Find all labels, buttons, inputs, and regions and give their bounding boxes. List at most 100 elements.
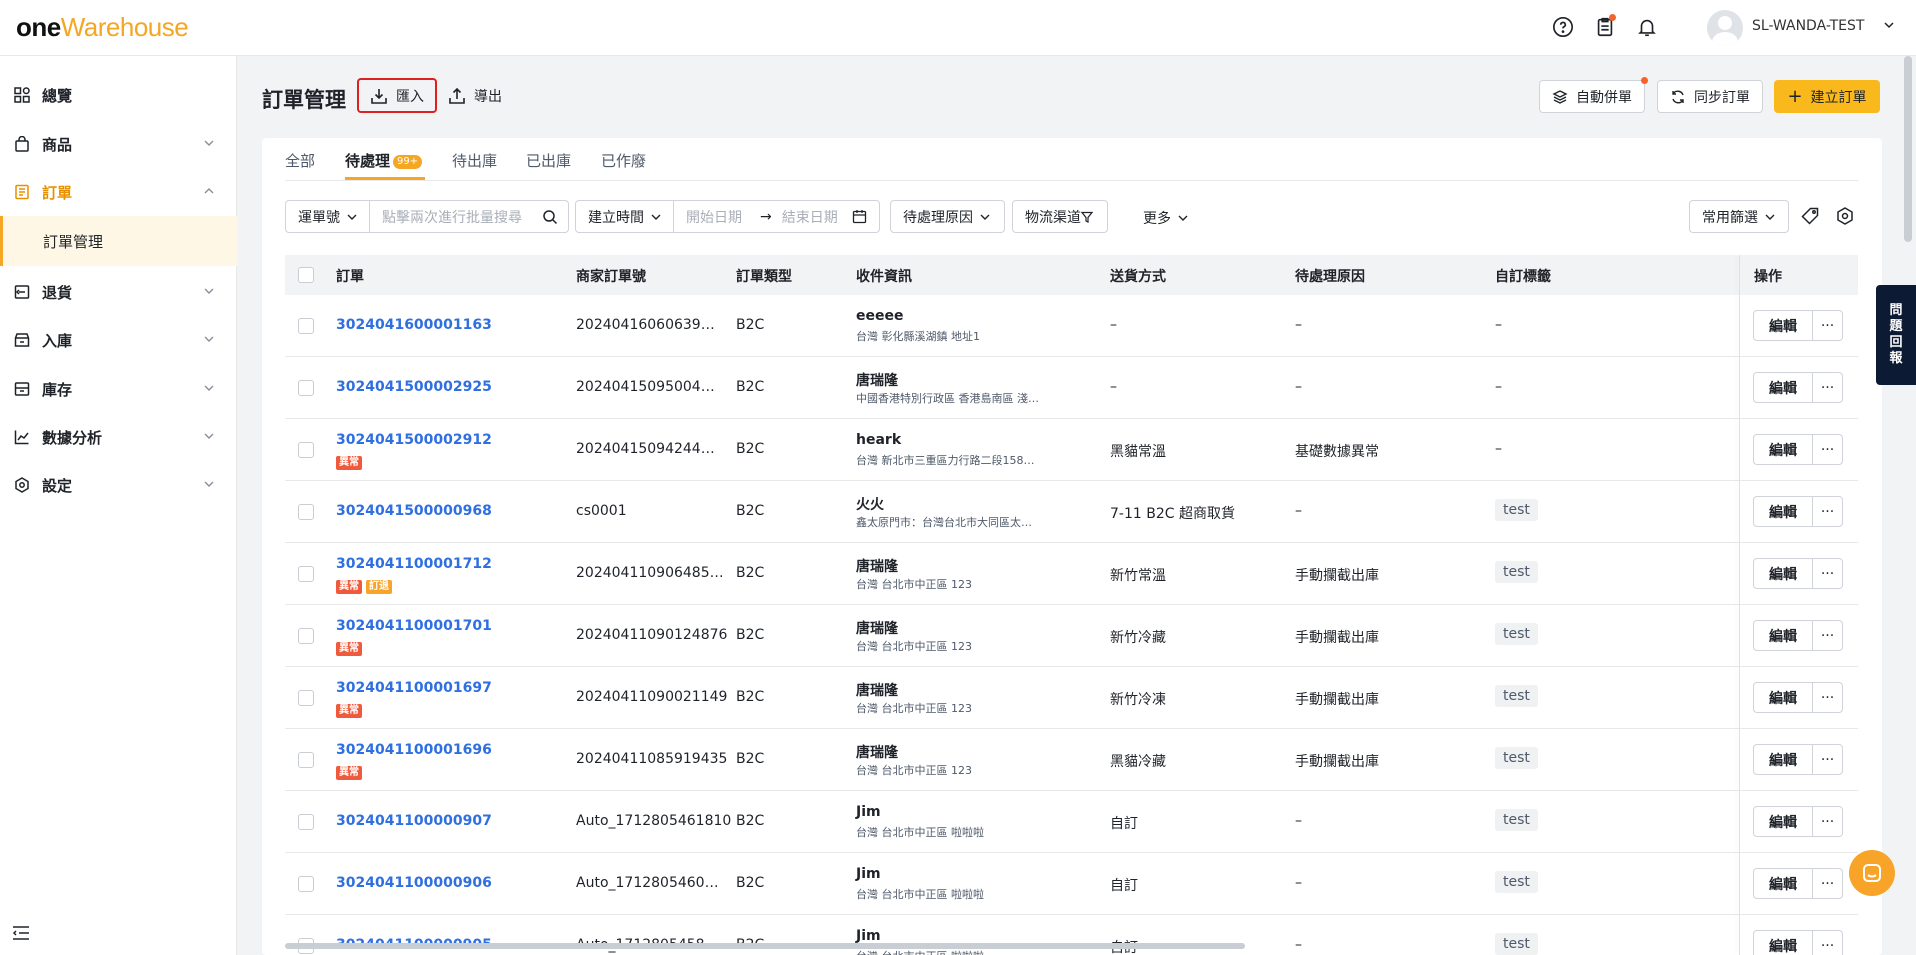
edit-button[interactable]: 編輯: [1753, 930, 1813, 955]
tab-all[interactable]: 全部: [285, 150, 315, 171]
edit-button[interactable]: 編輯: [1753, 496, 1813, 527]
logo[interactable]: oneWarehouse: [16, 12, 189, 43]
sidebar-item-inventory[interactable]: 庫存: [0, 365, 237, 413]
edit-button[interactable]: 編輯: [1753, 620, 1813, 651]
feedback-tab[interactable]: 問 題 回 報: [1876, 285, 1916, 385]
sidebar-item-returns[interactable]: 退貨: [0, 268, 237, 316]
import-button[interactable]: 匯入: [357, 78, 437, 113]
bell-icon[interactable]: [1634, 14, 1660, 40]
more-actions-button[interactable]: ···: [1812, 434, 1843, 465]
common-filter-select[interactable]: 常用篩選: [1689, 200, 1789, 233]
sidebar-subitem-order-management[interactable]: 訂單管理: [0, 216, 237, 266]
auto-merge-button[interactable]: 自動併單: [1539, 77, 1648, 113]
order-number-link[interactable]: 3024041100000906: [336, 875, 492, 891]
username[interactable]: SL-WANDA-TEST: [1752, 18, 1864, 34]
pending-reason: –: [1295, 937, 1302, 953]
sidebar-item-settings[interactable]: 設定: [0, 461, 237, 509]
pending-reason-select[interactable]: 待處理原因: [890, 200, 1005, 233]
settings-icon[interactable]: [1836, 207, 1854, 225]
chat-button[interactable]: [1849, 850, 1895, 896]
column-header-pending-reason[interactable]: 待處理原因: [1295, 266, 1365, 286]
row-checkbox[interactable]: [298, 690, 314, 706]
help-icon[interactable]: [1550, 14, 1576, 40]
search-icon[interactable]: [542, 209, 558, 225]
order-number-link[interactable]: 3024041500002925: [336, 379, 492, 395]
horizontal-scrollbar[interactable]: [285, 943, 1245, 949]
sidebar-item-inbound[interactable]: 入庫: [0, 316, 237, 364]
order-number-link[interactable]: 3024041600001163: [336, 317, 492, 333]
sidebar-item-overview[interactable]: 總覽: [0, 71, 237, 119]
order-number-link[interactable]: 3024041500002912: [336, 432, 492, 448]
delivery-method: 新竹常溫: [1110, 568, 1166, 584]
tab-awaiting-shipment[interactable]: 待出庫: [452, 150, 497, 171]
order-no-select[interactable]: 運單號: [286, 201, 370, 232]
column-header-merchant-order-no[interactable]: 商家訂單號: [576, 266, 646, 286]
order-number-link[interactable]: 3024041100001697: [336, 680, 492, 696]
column-header-order[interactable]: 訂單: [336, 266, 364, 286]
chevron-down-icon[interactable]: [1882, 18, 1896, 36]
tab-shipped[interactable]: 已出庫: [526, 150, 571, 171]
avatar[interactable]: [1707, 10, 1743, 46]
row-checkbox[interactable]: [298, 876, 314, 892]
time-type-select[interactable]: 建立時間: [576, 201, 674, 232]
more-actions-button[interactable]: ···: [1812, 310, 1843, 341]
start-date-input[interactable]: 開始日期: [686, 207, 742, 227]
more-actions-button[interactable]: ···: [1812, 806, 1843, 837]
edit-button[interactable]: 編輯: [1753, 372, 1813, 403]
clipboard-icon[interactable]: [1592, 14, 1618, 40]
sync-orders-button[interactable]: 同步訂單: [1657, 80, 1763, 113]
column-header-delivery[interactable]: 送貨方式: [1110, 266, 1166, 286]
order-number-link[interactable]: 3024041100001701: [336, 618, 492, 634]
more-actions-button[interactable]: ···: [1812, 558, 1843, 589]
row-checkbox[interactable]: [298, 442, 314, 458]
row-checkbox[interactable]: [298, 318, 314, 334]
more-filters-button[interactable]: 更多: [1143, 208, 1189, 228]
tag-icon[interactable]: [1801, 207, 1819, 225]
column-header-order-type[interactable]: 訂單類型: [736, 266, 792, 286]
more-actions-button[interactable]: ···: [1812, 744, 1843, 775]
more-actions-button[interactable]: ···: [1812, 372, 1843, 403]
sidebar-item-analytics[interactable]: 數據分析: [0, 413, 237, 461]
row-checkbox[interactable]: [298, 814, 314, 830]
chart-icon: [14, 430, 29, 445]
end-date-input[interactable]: 結束日期: [782, 207, 838, 227]
more-actions-button[interactable]: ···: [1812, 496, 1843, 527]
edit-button[interactable]: 編輯: [1753, 868, 1813, 899]
order-number-link[interactable]: 3024041500000968: [336, 503, 492, 519]
calendar-icon[interactable]: [852, 209, 867, 224]
more-actions-button[interactable]: ···: [1812, 620, 1843, 651]
order-type: B2C: [736, 503, 765, 519]
sidebar-item-products[interactable]: 商品: [0, 120, 237, 168]
sidebar-item-label: 訂單: [42, 183, 73, 202]
row-checkbox[interactable]: [298, 752, 314, 768]
edit-button[interactable]: 編輯: [1753, 682, 1813, 713]
arrow-right-icon: →: [760, 208, 772, 225]
tab-voided[interactable]: 已作廢: [601, 150, 646, 171]
select-all-checkbox[interactable]: [298, 267, 314, 283]
edit-button[interactable]: 編輯: [1753, 310, 1813, 341]
edit-button[interactable]: 編輯: [1753, 744, 1813, 775]
logistics-channel-filter[interactable]: 物流渠道: [1012, 200, 1108, 233]
more-actions-button[interactable]: ···: [1812, 868, 1843, 899]
edit-button[interactable]: 編輯: [1753, 434, 1813, 465]
search-input[interactable]: 點擊兩次進行批量搜尋: [370, 207, 542, 227]
order-number-link[interactable]: 3024041100000907: [336, 813, 492, 829]
row-checkbox[interactable]: [298, 504, 314, 520]
more-actions-button[interactable]: ···: [1812, 930, 1843, 955]
row-checkbox[interactable]: [298, 380, 314, 396]
tab-pending[interactable]: 待處理 99+: [345, 150, 423, 171]
row-checkbox[interactable]: [298, 566, 314, 582]
row-checkbox[interactable]: [298, 628, 314, 644]
order-number-link[interactable]: 3024041100001712: [336, 556, 492, 572]
menu-collapse-icon[interactable]: [12, 925, 30, 941]
order-number-link[interactable]: 3024041100001696: [336, 742, 492, 758]
edit-button[interactable]: 編輯: [1753, 558, 1813, 589]
edit-button[interactable]: 編輯: [1753, 806, 1813, 837]
vertical-scrollbar[interactable]: [1904, 56, 1912, 242]
sidebar-item-orders[interactable]: 訂單: [0, 168, 237, 216]
more-actions-button[interactable]: ···: [1812, 682, 1843, 713]
column-header-recipient[interactable]: 收件資訊: [856, 266, 912, 286]
create-order-button[interactable]: + 建立訂單: [1774, 80, 1880, 113]
export-button[interactable]: 導出: [448, 80, 502, 112]
column-header-custom-tag[interactable]: 自訂標籤: [1495, 266, 1551, 286]
